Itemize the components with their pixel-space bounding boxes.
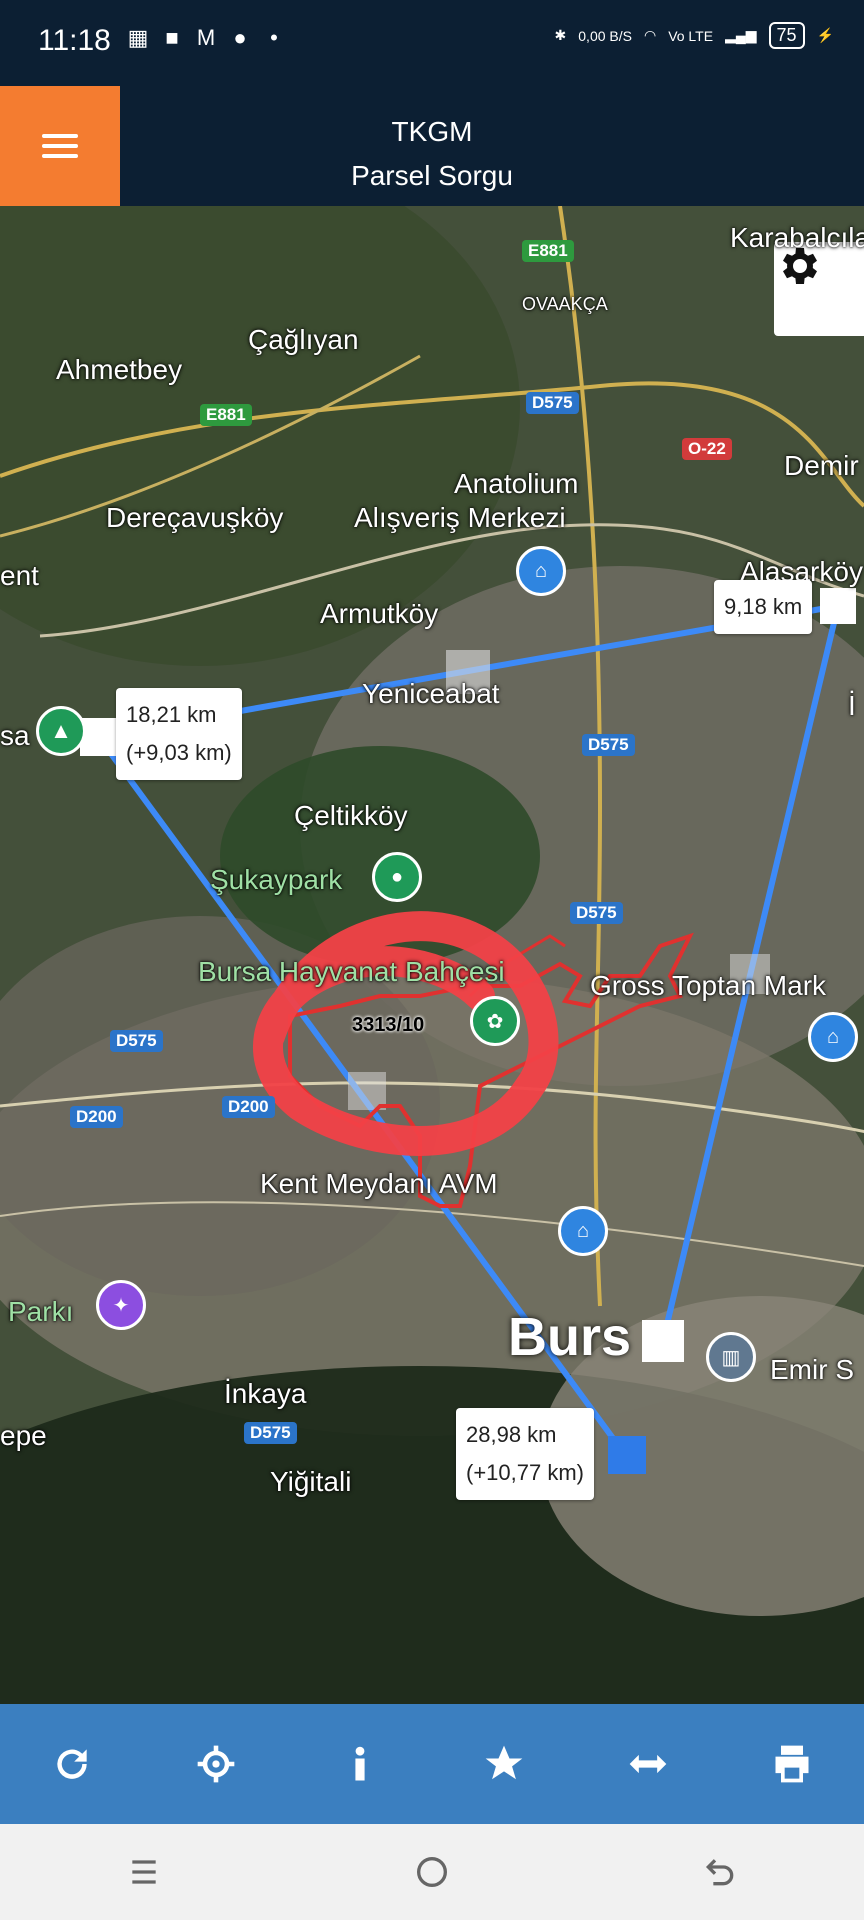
favorite-button[interactable] bbox=[464, 1724, 544, 1804]
map-view[interactable]: Karabalcılar Çağlıyan Ahmetbey OVAAKÇA D… bbox=[0, 206, 864, 1704]
grid-app-icon: ▦ bbox=[127, 25, 149, 50]
measure-icon bbox=[629, 1754, 667, 1774]
parcel-label: 3313/10 bbox=[352, 1014, 425, 1036]
place-label: OVAAKÇA bbox=[522, 294, 608, 314]
recents-icon bbox=[132, 1860, 156, 1884]
place-label: ent bbox=[0, 560, 39, 591]
measurement-label: 18,21 km (+9,03 km) bbox=[116, 688, 242, 780]
home-icon bbox=[417, 1857, 447, 1887]
more-notifications-icon: • bbox=[270, 25, 278, 50]
shopping-pin-icon[interactable]: ⌂ bbox=[558, 1206, 608, 1256]
locate-icon bbox=[197, 1745, 235, 1783]
star-icon bbox=[485, 1745, 523, 1780]
print-icon bbox=[775, 1745, 809, 1783]
app-bar: TKGM Parsel Sorgu bbox=[0, 86, 864, 206]
road-shield: E881 bbox=[200, 404, 252, 426]
place-label: Yiğitali bbox=[270, 1466, 352, 1497]
refresh-button[interactable] bbox=[32, 1724, 112, 1804]
place-label: Çağlıyan bbox=[248, 324, 359, 355]
status-bar: 11:18 ▦ ■ M ● • ✱ 0,00 B/S ◠ Vo LTE ▂▄▆ … bbox=[0, 0, 864, 86]
place-label: Anatolium bbox=[454, 468, 579, 499]
status-right: ✱ 0,00 B/S ◠ Vo LTE ▂▄▆ 75 ⚡ bbox=[555, 22, 834, 49]
place-label: Yeniceabat bbox=[362, 678, 500, 709]
measurement-label: 9,18 km bbox=[714, 580, 813, 634]
system-nav-bar bbox=[0, 1824, 864, 1920]
place-label: Çeltikköy bbox=[294, 800, 408, 831]
city-label: Burs bbox=[508, 1307, 632, 1367]
shopping-pin-icon[interactable]: ⌂ bbox=[808, 1012, 858, 1062]
place-label: Gross Toptan Mark bbox=[590, 970, 827, 1001]
home-button[interactable] bbox=[392, 1842, 472, 1902]
chat-icon: ● bbox=[233, 25, 247, 50]
place-label: sa bbox=[0, 720, 30, 751]
place-label: Dereçavuşköy bbox=[106, 502, 284, 533]
measurement-distance: 28,98 km bbox=[466, 1422, 557, 1447]
info-icon bbox=[355, 1746, 365, 1781]
charging-icon: ⚡ bbox=[816, 27, 834, 43]
app-subtitle: Parsel Sorgu bbox=[351, 160, 513, 191]
road-shield: D200 bbox=[70, 1106, 123, 1128]
wifi-icon: ◠ bbox=[643, 27, 657, 43]
locate-button[interactable] bbox=[176, 1724, 256, 1804]
place-label: Ahmetbey bbox=[56, 354, 183, 385]
status-time: 11:18 bbox=[38, 24, 111, 57]
place-label: Armutköy bbox=[320, 598, 439, 629]
map-canvas[interactable] bbox=[0, 206, 864, 1704]
measure-button[interactable] bbox=[608, 1724, 688, 1804]
measurement-label: 28,98 km (+10,77 km) bbox=[456, 1408, 594, 1500]
place-label: epe bbox=[0, 1420, 47, 1451]
road-shield: D200 bbox=[222, 1096, 275, 1118]
recents-button[interactable] bbox=[104, 1842, 184, 1902]
measurement-delta: (+9,03 km) bbox=[126, 740, 232, 765]
museum-pin-icon[interactable]: ▥ bbox=[706, 1332, 756, 1382]
place-label: Emir S bbox=[770, 1354, 854, 1385]
refresh-icon bbox=[57, 1749, 87, 1779]
zoo-pin-icon[interactable]: ✿ bbox=[470, 996, 520, 1046]
bottom-toolbar bbox=[0, 1704, 864, 1824]
place-label: Karabalcılar bbox=[730, 222, 864, 253]
notification-icons: ▦ ■ M ● • bbox=[126, 26, 286, 50]
white-app-icon: ■ bbox=[165, 25, 179, 50]
print-button[interactable] bbox=[752, 1724, 832, 1804]
battery-level: 75 bbox=[768, 22, 805, 49]
signal-icon: ▂▄▆ bbox=[725, 27, 757, 43]
measurement-distance: 9,18 km bbox=[724, 594, 803, 619]
attraction-pin-icon[interactable]: ✦ bbox=[96, 1280, 146, 1330]
place-label: Bursa Hayvanat Bahçesi bbox=[198, 956, 505, 987]
network-type: Vo LTE bbox=[668, 27, 714, 44]
place-label: Demir bbox=[784, 450, 859, 481]
road-shield: D575 bbox=[570, 902, 623, 924]
road-shield: D575 bbox=[582, 734, 635, 756]
back-icon bbox=[705, 1859, 734, 1886]
place-label: Alışveriş Merkezi bbox=[354, 502, 566, 533]
park-pin-icon[interactable]: ● bbox=[372, 852, 422, 902]
measurement-delta: (+10,77 km) bbox=[466, 1460, 584, 1485]
place-label: İ bbox=[848, 690, 856, 721]
gmail-icon: M bbox=[196, 25, 216, 50]
shopping-pin-icon[interactable]: ⌂ bbox=[516, 546, 566, 596]
settings-button[interactable] bbox=[774, 242, 864, 336]
app-title: TKGM bbox=[391, 116, 473, 147]
back-button[interactable] bbox=[680, 1842, 760, 1902]
measurement-distance: 18,21 km bbox=[126, 702, 217, 727]
bluetooth-icon: ✱ bbox=[554, 27, 567, 43]
road-shield: D575 bbox=[526, 392, 579, 414]
place-label: Şukaypark bbox=[210, 864, 343, 895]
road-shield: O-22 bbox=[682, 438, 732, 460]
park-pin-icon[interactable]: ▲ bbox=[36, 706, 86, 756]
road-shield: D575 bbox=[110, 1030, 163, 1052]
place-label: İnkaya bbox=[224, 1378, 307, 1409]
info-button[interactable] bbox=[320, 1724, 400, 1804]
place-label: Parkı bbox=[8, 1296, 74, 1327]
place-label: Kent Meydanı AVM bbox=[260, 1168, 498, 1199]
road-shield: E881 bbox=[522, 240, 574, 262]
road-shield: D575 bbox=[244, 1422, 297, 1444]
data-rate: 0,00 B/S bbox=[578, 27, 632, 44]
